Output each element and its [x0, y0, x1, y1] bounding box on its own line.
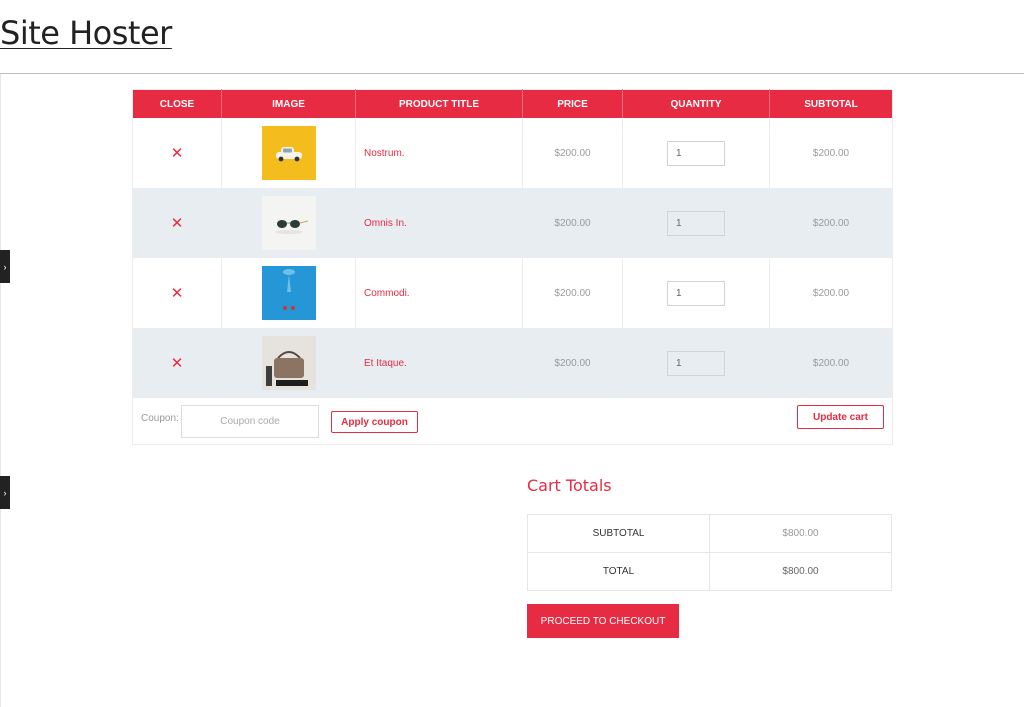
subtotal-label: SUBTOTAL: [527, 514, 710, 553]
cart-table: CLOSE IMAGE PRODUCT TITLE PRICE QUANTITY…: [132, 89, 893, 445]
quantity-input[interactable]: 1: [667, 350, 725, 376]
site-title[interactable]: Site Hoster: [0, 14, 172, 52]
column-header-price: PRICE: [522, 89, 623, 118]
product-subtotal: $200.00: [812, 147, 850, 159]
update-cart-button[interactable]: Update cart: [797, 405, 884, 429]
quantity-input[interactable]: 1: [667, 280, 725, 306]
cart-row: ✕ Et Itaque. $200.00 1 $200.00: [132, 328, 893, 398]
totals-row-subtotal: SUBTOTAL $800.00: [527, 514, 892, 553]
column-header-close: CLOSE: [132, 89, 222, 118]
cart-actions-row: Coupon: Coupon code Apply coupon Update …: [133, 398, 893, 445]
totals-row-total: TOTAL $800.00: [527, 552, 892, 591]
remove-item-icon[interactable]: ✕: [171, 285, 184, 302]
product-name-link[interactable]: Omnis In.: [355, 188, 523, 258]
cart-row: ✕ Nostrum. $200.00 1 $200.00: [132, 118, 893, 188]
sidebar-toggle-bottom[interactable]: ›: [0, 476, 10, 509]
chevron-right-icon: ›: [3, 487, 7, 498]
left-divider: [0, 74, 1, 707]
cart-totals-table: SUBTOTAL $800.00 TOTAL $800.00: [527, 514, 892, 591]
total-label: TOTAL: [527, 552, 710, 591]
cart-row: ✕ Commodi. $200.00 1 $200.00: [132, 258, 893, 328]
coupon-code-input[interactable]: Coupon code: [181, 405, 319, 438]
apply-coupon-button[interactable]: Apply coupon: [331, 411, 418, 433]
product-price: $200.00: [522, 258, 623, 328]
remove-item-icon[interactable]: ✕: [171, 215, 184, 232]
quantity-input[interactable]: 1: [667, 210, 725, 236]
product-subtotal: $200.00: [812, 287, 850, 299]
column-header-subtotal: SUBTOTAL: [769, 89, 893, 118]
product-name-link[interactable]: Commodi.: [355, 258, 523, 328]
column-header-product-title: PRODUCT TITLE: [355, 89, 523, 118]
subtotal-value: $800.00: [709, 514, 892, 553]
remove-item-icon[interactable]: ✕: [171, 355, 184, 372]
chevron-right-icon: ›: [3, 261, 7, 272]
column-header-quantity: QUANTITY: [622, 89, 770, 118]
cart-row: ✕ Omnis In. $200.00 1 $200.00: [132, 188, 893, 258]
product-image[interactable]: [261, 266, 316, 320]
product-image[interactable]: [261, 336, 316, 390]
cart-table-header: CLOSE IMAGE PRODUCT TITLE PRICE QUANTITY…: [132, 89, 893, 118]
product-image[interactable]: [261, 196, 316, 250]
product-subtotal: $200.00: [769, 328, 893, 398]
product-image[interactable]: [261, 126, 316, 180]
cart-totals-title: Cart Totals: [527, 476, 612, 495]
product-subtotal: $200.00: [769, 188, 893, 258]
quantity-input[interactable]: 1: [667, 140, 725, 166]
coupon-label: Coupon:: [141, 413, 179, 424]
product-price: $200.00: [522, 118, 623, 188]
product-price: $200.00: [522, 188, 623, 258]
remove-item-icon[interactable]: ✕: [171, 145, 184, 162]
header-divider: [0, 73, 1024, 74]
proceed-to-checkout-button[interactable]: PROCEED TO CHECKOUT: [527, 604, 679, 638]
product-price: $200.00: [522, 328, 623, 398]
product-name-link[interactable]: Et Itaque.: [355, 328, 523, 398]
column-header-image: IMAGE: [221, 89, 356, 118]
sidebar-toggle-top[interactable]: ›: [0, 250, 10, 283]
product-name-link[interactable]: Nostrum.: [355, 118, 523, 188]
total-value: $800.00: [709, 552, 892, 591]
